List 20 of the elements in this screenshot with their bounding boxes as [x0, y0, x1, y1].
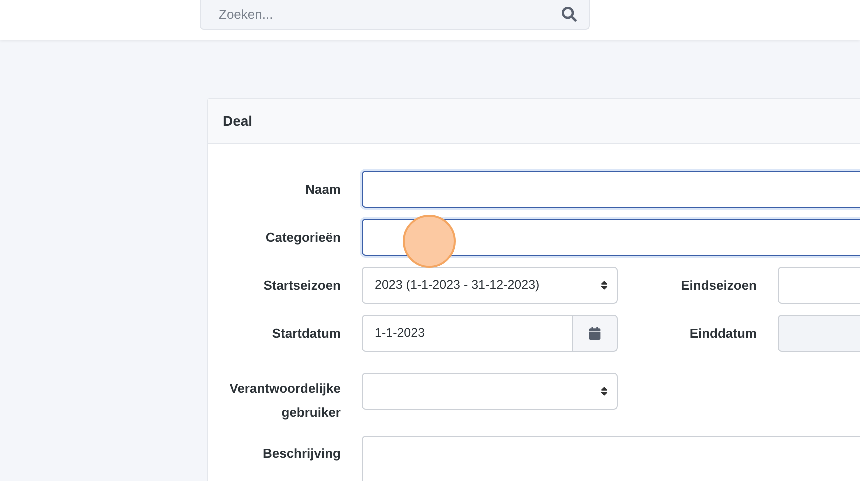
card-title: Deal [223, 112, 253, 130]
field-label: Startdatum [271, 324, 341, 342]
field-label: Verantwoordelijke gebruiker [228, 380, 341, 422]
field-label: Einddatum [688, 324, 757, 342]
calendar-button[interactable] [573, 315, 618, 352]
date-field[interactable]: 1-1-2023 [362, 315, 573, 352]
sort-arrows-icon [600, 386, 609, 397]
field-label: Startseizoen [262, 276, 341, 294]
field-label: Eindseizoen [680, 276, 757, 294]
select-field[interactable] [362, 373, 618, 410]
select-field[interactable]: 2023 (1-1-2023 - 31-12-2023) [362, 267, 618, 304]
field-label: Naam [304, 180, 341, 198]
field-label: Beschrijving [262, 445, 341, 463]
calendar-icon [589, 327, 601, 340]
text-field[interactable] [362, 219, 860, 256]
search-field[interactable]: Zoeken... [200, 0, 590, 30]
field-label: Categorieën [264, 228, 341, 247]
text-field[interactable] [362, 171, 860, 208]
sort-arrows-icon [600, 280, 609, 291]
search-icon [562, 7, 577, 22]
